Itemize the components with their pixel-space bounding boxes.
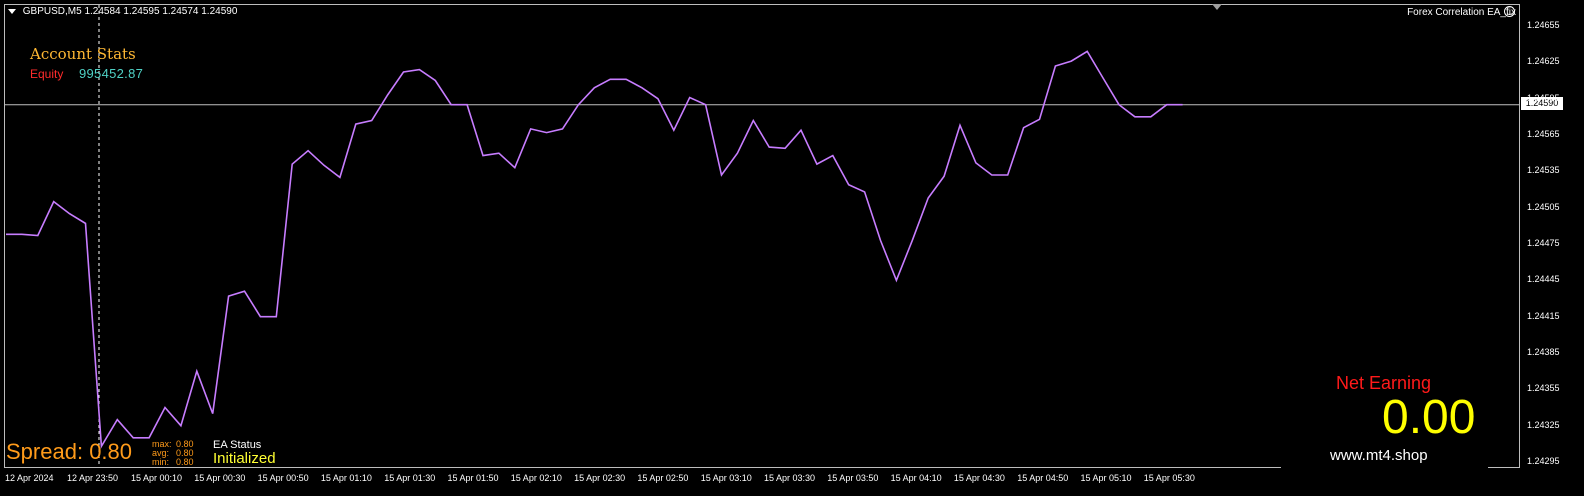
account-stats-title: Account Stats xyxy=(30,45,136,63)
x-tick-label: 15 Apr 04:30 xyxy=(953,473,1005,483)
x-tick-label: 15 Apr 00:10 xyxy=(131,473,183,483)
x-tick-label: 15 Apr 05:10 xyxy=(1080,473,1132,483)
x-tick-label: 15 Apr 02:50 xyxy=(637,473,689,483)
spread-min-label: min: xyxy=(152,457,170,467)
website-label: www.mt4.shop xyxy=(1330,447,1428,464)
smiley-face-icon[interactable] xyxy=(1504,6,1515,17)
equity-label: Equity xyxy=(30,67,64,81)
y-tick-label: 1.24565 xyxy=(1527,129,1560,139)
x-tick-label: 15 Apr 05:30 xyxy=(1143,473,1195,483)
x-tick-label: 15 Apr 01:50 xyxy=(447,473,499,483)
y-tick-label: 1.24295 xyxy=(1527,456,1560,466)
y-tick-label: 1.24595 xyxy=(1527,92,1560,103)
net-earning-value: 0.00 xyxy=(1382,391,1476,444)
y-tick-label: 1.24655 xyxy=(1527,20,1560,30)
ea-status-value: Initialized xyxy=(213,450,276,467)
x-tick-label: 15 Apr 03:30 xyxy=(764,473,816,483)
x-tick-label: 15 Apr 03:10 xyxy=(700,473,752,483)
triangle-down-icon[interactable] xyxy=(8,8,16,14)
x-tick-label: 15 Apr 02:30 xyxy=(574,473,626,483)
price-series-line-0 xyxy=(6,50,1183,449)
ohlc-values: 1.24584 1.24595 1.24574 1.24590 xyxy=(84,6,238,17)
y-tick-label: 1.24385 xyxy=(1527,347,1560,357)
spread-stats: max: 0.80 avg: 0.80 min: 0.80 xyxy=(152,440,194,467)
x-tick-label: 12 Apr 2024 xyxy=(5,473,54,483)
y-tick-label: 1.24475 xyxy=(1527,238,1560,248)
x-tick-label: 15 Apr 01:10 xyxy=(320,473,372,483)
y-tick-label: 1.24625 xyxy=(1527,56,1560,67)
y-tick-label: 1.24325 xyxy=(1527,419,1560,430)
x-tick-label: 15 Apr 00:30 xyxy=(194,473,246,483)
x-tick-label: 15 Apr 04:50 xyxy=(1017,473,1069,483)
spread-label: Spread: xyxy=(6,439,84,464)
x-tick-label: 15 Apr 03:50 xyxy=(827,473,879,483)
y-tick-label: 1.24445 xyxy=(1527,274,1560,285)
equity-value: 995452.87 xyxy=(79,66,144,81)
symbol-label: GBPUSD,M5 xyxy=(22,6,82,17)
ea-name-label[interactable]: Forex Correlation EA_fix xyxy=(1407,7,1516,18)
y-tick-label: 1.24505 xyxy=(1527,201,1560,212)
x-tick-label: 15 Apr 04:10 xyxy=(890,473,942,483)
spread-value: 0.80 xyxy=(89,439,133,464)
chart-header: GBPUSD,M5 1.24584 1.24595 1.24574 1.2459… xyxy=(8,6,237,17)
x-tick-label: 15 Apr 02:10 xyxy=(510,473,562,483)
y-tick-label: 1.24415 xyxy=(1527,310,1560,321)
y-tick-label: 1.24355 xyxy=(1527,383,1560,394)
x-tick-label: 15 Apr 00:50 xyxy=(257,473,309,483)
x-tick-label: 15 Apr 01:30 xyxy=(384,473,436,483)
chart-shift-marker-icon[interactable] xyxy=(1212,4,1222,10)
x-tick-label: 12 Apr 23:50 xyxy=(67,473,119,483)
spread-min-value: 0.80 xyxy=(176,457,194,467)
spread-display: Spread: 0.80 xyxy=(6,439,132,465)
y-tick-label: 1.24535 xyxy=(1527,165,1560,176)
